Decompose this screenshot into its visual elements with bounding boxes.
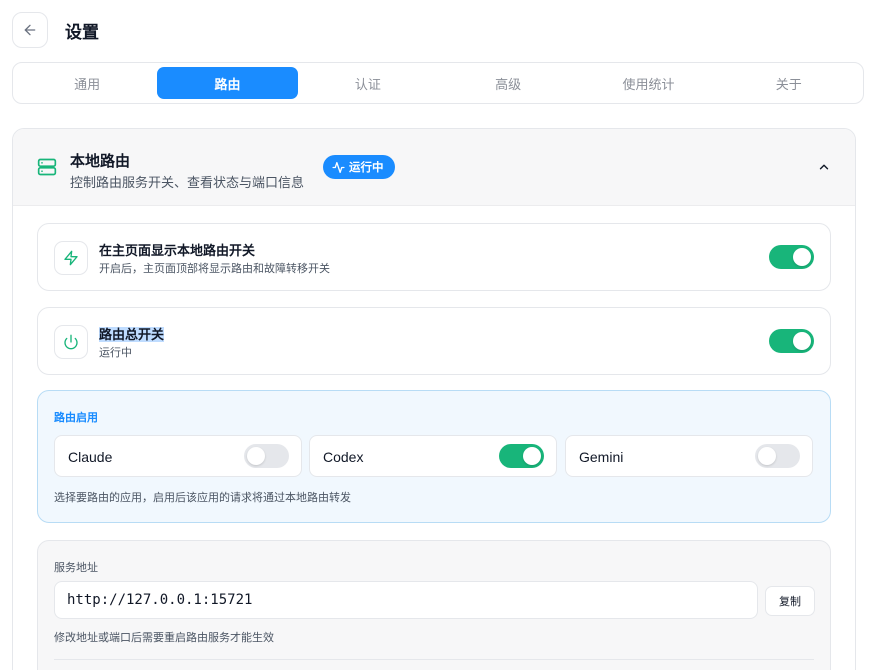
arrow-left-icon [24, 24, 36, 36]
card-icon-box [54, 325, 88, 359]
chevron-up-icon[interactable] [817, 160, 831, 174]
master-switch-title: 路由总开关 [99, 324, 165, 343]
show-on-home-toggle[interactable] [769, 245, 814, 269]
card-icon-box [54, 241, 88, 275]
toggle-knob [247, 447, 265, 465]
tab-general[interactable]: 通用 [17, 67, 157, 99]
master-switch-toggle[interactable] [769, 329, 814, 353]
service-address-hint: 修改地址或端口后需要重启路由服务才能生效 [54, 632, 274, 644]
status-badge-label: 运行中 [349, 162, 384, 174]
section-title: 本地路由 [70, 153, 131, 170]
back-button[interactable] [12, 12, 48, 48]
section-subtitle: 控制路由服务开关、查看状态与端口信息 [70, 175, 305, 190]
app-name: Claude [68, 449, 113, 465]
page-title: 设置 [65, 22, 99, 42]
tab-auth[interactable]: 认证 [298, 67, 438, 99]
copy-button[interactable]: 复制 [765, 586, 815, 616]
service-address-input[interactable] [54, 581, 758, 619]
app-item-claude[interactable]: Claude [54, 435, 302, 477]
gemini-toggle[interactable] [755, 444, 800, 468]
service-address-label: 服务地址 [54, 562, 98, 574]
claude-toggle[interactable] [244, 444, 289, 468]
tab-bar: 通用 路由 认证 高级 使用统计 关于 [12, 62, 864, 104]
tab-advanced[interactable]: 高级 [438, 67, 578, 99]
routing-apps-panel: 路由启用 Claude Codex Gemini 选择要路由的应用，启用后该应用… [37, 390, 831, 523]
routing-apps-hint: 选择要路由的应用，启用后该应用的请求将通过本地路由转发 [54, 492, 351, 504]
show-on-home-card: 在主页面显示本地路由开关 开启后，主页面顶部将显示路由和故障转移开关 [37, 223, 831, 291]
toggle-knob [793, 248, 811, 266]
app-name: Gemini [579, 449, 624, 465]
toggle-knob [523, 447, 541, 465]
codex-toggle[interactable] [499, 444, 544, 468]
section-header[interactable]: 本地路由 控制路由服务开关、查看状态与端口信息 运行中 [13, 129, 855, 206]
status-badge: 运行中 [323, 155, 395, 179]
show-on-home-subtitle: 开启后，主页面顶部将显示路由和故障转移开关 [99, 263, 330, 275]
app-item-gemini[interactable]: Gemini [565, 435, 813, 477]
toggle-knob [758, 447, 776, 465]
master-switch-subtitle: 运行中 [99, 347, 132, 359]
server-icon [37, 158, 57, 176]
app-name: Codex [323, 449, 364, 465]
toggle-knob [793, 332, 811, 350]
local-routing-section: 本地路由 控制路由服务开关、查看状态与端口信息 运行中 在主页面显示本地路由开关… [12, 128, 856, 670]
tab-routing[interactable]: 路由 [157, 67, 298, 99]
service-address-panel: 服务地址 复制 修改地址或端口后需要重启路由服务才能生效 [37, 540, 831, 670]
power-icon [64, 334, 78, 350]
show-on-home-title: 在主页面显示本地路由开关 [99, 243, 256, 258]
routing-apps-label: 路由启用 [54, 412, 98, 424]
tab-about[interactable]: 关于 [719, 67, 859, 99]
activity-icon [332, 161, 345, 173]
header: 设置 [12, 12, 99, 48]
zap-icon [64, 250, 78, 266]
divider [54, 659, 814, 660]
tab-usage-stats[interactable]: 使用统计 [578, 67, 718, 99]
master-switch-card: 路由总开关 运行中 [37, 307, 831, 375]
app-item-codex[interactable]: Codex [309, 435, 557, 477]
master-switch-title-text: 路由总开关 [99, 327, 165, 342]
